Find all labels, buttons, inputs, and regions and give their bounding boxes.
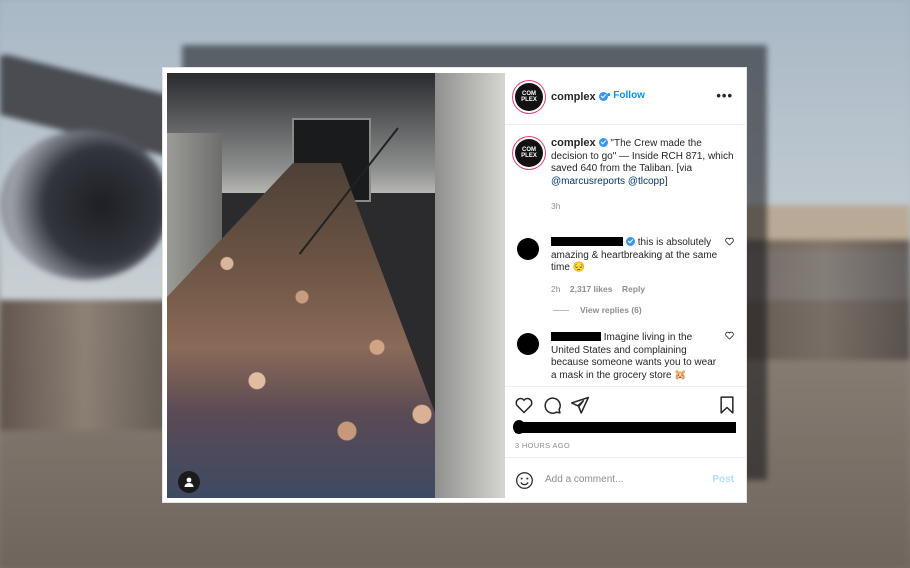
avatar-text: COM PLEX — [521, 91, 537, 103]
redacted-username — [551, 332, 601, 341]
comment-input[interactable]: Add a comment... — [545, 474, 623, 485]
more-options-icon[interactable]: ••• — [716, 88, 733, 103]
caption-avatar[interactable]: COM PLEX — [515, 139, 543, 167]
emoji-icon[interactable] — [515, 471, 534, 490]
avatar[interactable]: COM PLEX — [515, 83, 543, 111]
avatar-text: COM PLEX — [521, 147, 537, 159]
share-icon[interactable] — [570, 395, 590, 415]
caption-end: ] — [664, 175, 668, 187]
view-replies-line — [553, 310, 569, 311]
post-header: COM PLEX complex • Follow ••• — [505, 68, 746, 125]
comment-time[interactable]: 2h — [551, 284, 560, 294]
follow-button[interactable]: • Follow — [607, 90, 645, 101]
caption-text: complex "The Crew made the decision to g… — [551, 137, 736, 188]
caption-username[interactable]: complex — [551, 137, 596, 149]
comment-icon[interactable] — [542, 395, 562, 415]
bookmark-icon[interactable] — [717, 395, 737, 415]
commenter-avatar[interactable] — [517, 238, 539, 260]
mention-link[interactable]: @tlcopp — [628, 176, 665, 187]
heart-icon[interactable] — [514, 395, 534, 415]
user-tag-icon[interactable] — [178, 471, 200, 493]
add-comment-row: Add a comment... Post — [505, 457, 746, 504]
view-replies-button[interactable]: View replies (6) — [580, 305, 642, 315]
instagram-post: COM PLEX complex • Follow ••• COM PLEX c… — [163, 68, 746, 502]
action-bar: 3 HOURS AGO Add a comment... Post — [505, 386, 746, 503]
verified-badge-icon — [626, 237, 635, 246]
mention-link[interactable]: @marcusreports — [551, 176, 625, 187]
comments-list[interactable]: COM PLEX complex "The Crew made the deci… — [505, 125, 746, 385]
comment-meta: 2h 2,317 likes Reply — [551, 284, 645, 294]
username-text[interactable]: complex — [551, 91, 596, 103]
separator: • — [607, 90, 611, 101]
comment-likes[interactable]: 2,317 likes — [570, 284, 613, 294]
commenter-avatar[interactable] — [517, 333, 539, 355]
comment-text: Imagine living in the United States and … — [551, 332, 721, 382]
header-username[interactable]: complex — [551, 91, 608, 103]
heart-icon[interactable] — [725, 237, 734, 246]
caption-time[interactable]: 3h — [551, 201, 560, 211]
verified-badge-icon — [598, 138, 608, 147]
comment-text: this is absolutely amazing & heartbreaki… — [551, 237, 721, 275]
post-timestamp[interactable]: 3 HOURS AGO — [515, 441, 570, 450]
follow-label[interactable]: Follow — [613, 90, 645, 101]
post-sidebar: COM PLEX complex • Follow ••• COM PLEX c… — [505, 68, 746, 502]
redacted-username — [551, 237, 623, 246]
post-photo[interactable] — [167, 73, 505, 498]
heart-icon[interactable] — [725, 331, 734, 340]
reply-button[interactable]: Reply — [622, 284, 645, 294]
redacted-likes-text — [515, 422, 736, 433]
post-button[interactable]: Post — [712, 474, 734, 485]
